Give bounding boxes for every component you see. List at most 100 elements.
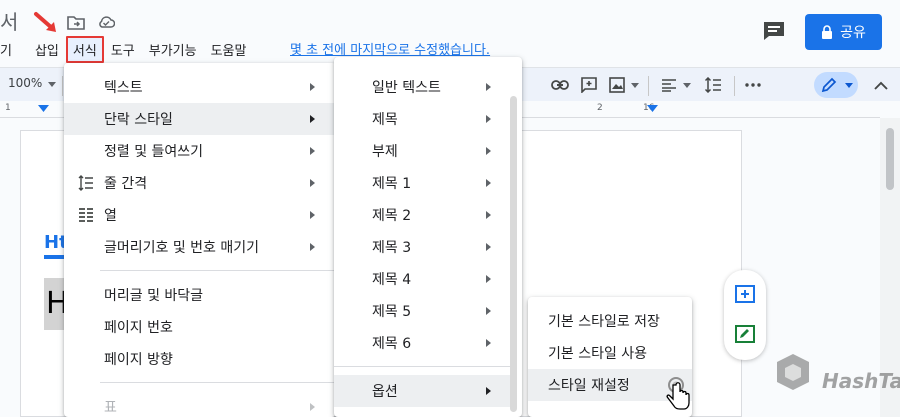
style-item-heading-1[interactable]: 제목 1 [334, 167, 510, 199]
format-menu-item-paragraph-styles[interactable]: 단락 스타일 [64, 103, 336, 135]
menu-help[interactable]: 도움말 [204, 38, 254, 61]
format-menu: 텍스트 단락 스타일 정렬 및 들여쓰기 줄 간격 열 글머리기호 및 번호 매… [64, 63, 336, 417]
suggest-edit-icon[interactable] [734, 324, 756, 346]
submenu-arrow-icon [310, 115, 315, 123]
menu-item-label: 제목 4 [372, 272, 412, 288]
submenu-arrow-icon [310, 211, 315, 219]
comment-history-icon[interactable] [762, 20, 786, 42]
format-menu-item-text[interactable]: 텍스트 [64, 71, 336, 103]
format-menu-item-line-spacing[interactable]: 줄 간격 [64, 167, 336, 199]
submenu-arrow-icon [310, 83, 315, 91]
menu-item-cut[interactable]: 기 [0, 38, 19, 61]
paragraph-styles-menu: 일반 텍스트 제목 부제 제목 1 제목 2 제목 3 제목 4 제목 5 제목… [334, 57, 522, 417]
submenu-arrow-icon [486, 83, 491, 91]
menu-insert[interactable]: 삽입 [19, 38, 66, 61]
menu-divider [100, 270, 336, 271]
align-caret-icon[interactable] [678, 76, 696, 94]
style-item-heading-4[interactable]: 제목 4 [334, 263, 510, 295]
left-indent-marker-icon[interactable] [38, 105, 49, 114]
ruler-number: 1 [5, 103, 11, 113]
columns-icon [79, 208, 93, 222]
add-comment-icon[interactable] [580, 76, 598, 94]
style-item-heading-5[interactable]: 제목 5 [334, 295, 510, 327]
submenu-arrow-icon [310, 179, 315, 187]
menu-divider [334, 366, 510, 367]
line-spacing-icon [78, 175, 93, 191]
format-menu-item-page-numbers[interactable]: 페이지 번호 [64, 311, 336, 343]
menu-addons[interactable]: 부가기능 [142, 38, 204, 61]
zoom-select[interactable]: 100% [8, 76, 42, 90]
menu-item-label: 단락 스타일 [104, 112, 173, 128]
toolbar-divider [734, 76, 735, 96]
right-indent-marker-icon[interactable] [647, 105, 658, 114]
share-button[interactable]: 공유 [805, 14, 882, 50]
menu-item-label: 제목 [372, 112, 398, 128]
document-heading[interactable]: H [44, 278, 69, 330]
watermark-text: HashTag [822, 369, 900, 393]
menu-item-label: 줄 간격 [104, 176, 148, 192]
menu-item-label: 부제 [372, 144, 398, 160]
submenu-arrow-icon [486, 307, 491, 315]
menu-item-label: 옵션 [372, 384, 398, 400]
image-options-caret-icon[interactable] [626, 76, 644, 94]
lock-icon [822, 25, 833, 39]
style-item-options[interactable]: 옵션 [334, 375, 510, 407]
add-comment-side-icon[interactable] [734, 284, 756, 306]
insert-image-icon[interactable] [608, 76, 626, 94]
menu-item-label: 제목 5 [372, 304, 412, 320]
options-item-save-as-default[interactable]: 기본 스타일로 저장 [528, 305, 692, 337]
line-spacing-toolbar-icon[interactable] [704, 76, 722, 94]
format-menu-item-align-indent[interactable]: 정렬 및 들여쓰기 [64, 135, 336, 167]
format-menu-item-table[interactable]: 표 [64, 391, 336, 417]
menu-bar: 기 삽입 서식 도구 부가기능 도움말 [0, 35, 254, 63]
submenu-arrow-icon [486, 275, 491, 283]
paragraph-styles-scrollbar[interactable] [510, 96, 517, 412]
link-icon[interactable] [551, 76, 569, 94]
menu-item-label: 기본 스타일로 저장 [548, 314, 660, 330]
style-item-heading-3[interactable]: 제목 3 [334, 231, 510, 263]
submenu-arrow-icon [486, 147, 491, 155]
menu-item-label: 스타일 재설정 [548, 378, 630, 394]
doc-title[interactable]: 서 [0, 6, 18, 35]
submenu-arrow-icon [486, 339, 491, 347]
menu-tools[interactable]: 도구 [104, 38, 142, 61]
menu-item-label: 열 [104, 208, 117, 224]
menu-item-label: 머리글 및 바닥글 [104, 288, 204, 304]
cloud-saved-icon[interactable] [96, 12, 116, 32]
menu-item-label: 표 [104, 400, 117, 416]
collapse-menus-icon[interactable] [872, 76, 890, 94]
style-item-title[interactable]: 제목 [334, 103, 510, 135]
menu-item-label: 페이지 방향 [104, 352, 173, 368]
submenu-arrow-icon [310, 147, 315, 155]
style-item-subtitle[interactable]: 부제 [334, 135, 510, 167]
style-item-normal-text[interactable]: 일반 텍스트 [334, 71, 510, 103]
format-menu-item-headers-footers[interactable]: 머리글 및 바닥글 [64, 279, 336, 311]
style-item-heading-6[interactable]: 제목 6 [334, 327, 510, 359]
share-label: 공유 [840, 25, 866, 41]
ruler-number: 2 [597, 103, 603, 113]
options-item-use-default[interactable]: 기본 스타일 사용 [528, 337, 692, 369]
last-edit-link[interactable]: 몇 초 전에 마지막으로 수정했습니다. [290, 39, 490, 58]
submenu-arrow-icon [486, 243, 491, 251]
align-left-icon[interactable] [660, 76, 678, 94]
style-item-heading-2[interactable]: 제목 2 [334, 199, 510, 231]
menu-item-label: 기본 스타일 사용 [548, 346, 648, 362]
menu-divider [100, 382, 336, 383]
menu-item-label: 제목 3 [372, 240, 412, 256]
menu-item-label: 제목 6 [372, 336, 412, 352]
scrollbar-thumb[interactable] [886, 128, 894, 190]
menu-item-label: 일반 텍스트 [372, 80, 441, 96]
format-menu-item-columns[interactable]: 열 [64, 199, 336, 231]
menu-item-label: 글머리기호 및 번호 매기기 [104, 240, 260, 256]
zoom-caret-icon [48, 82, 56, 87]
submenu-arrow-icon [310, 243, 315, 251]
format-menu-item-page-orientation[interactable]: 페이지 방향 [64, 343, 336, 375]
move-to-folder-icon[interactable] [66, 12, 86, 32]
toolbar-divider [62, 76, 63, 96]
submenu-arrow-icon [486, 179, 491, 187]
format-menu-item-bullets-numbering[interactable]: 글머리기호 및 번호 매기기 [64, 231, 336, 263]
menu-format[interactable]: 서식 [65, 35, 104, 63]
pencil-icon [820, 76, 838, 94]
side-action-panel [724, 270, 766, 360]
more-options-icon[interactable] [744, 76, 762, 94]
